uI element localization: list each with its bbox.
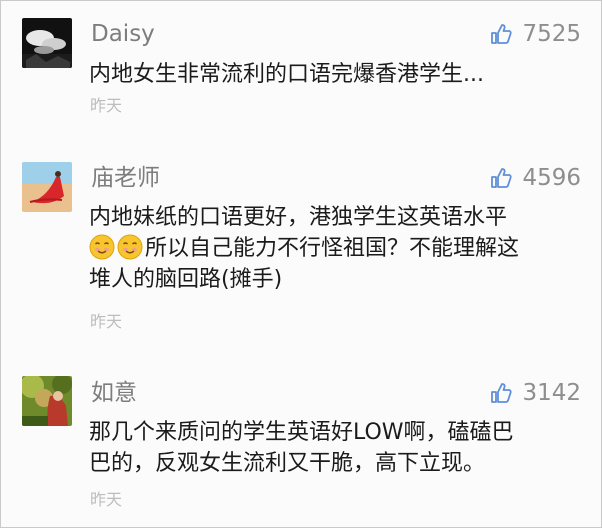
like-button[interactable]: 7525 (490, 20, 581, 48)
comment-text: 那几个来质问的学生英语好LOW啊，磕磕巴 巴的，反观女生流利又干脆，高下立现。 (89, 417, 589, 479)
avatar[interactable] (22, 18, 72, 68)
comment-panel: Daisy 7525 内地女生非常流利的口语完爆香港学生... 昨天 庙老师 4… (0, 0, 602, 528)
comment-author[interactable]: 庙老师 (91, 164, 160, 192)
avatar[interactable] (22, 162, 72, 212)
comment-text-segment: 所以自己能力不行怪祖国？不能理解这 (145, 236, 520, 261)
like-button[interactable]: 3142 (490, 379, 581, 407)
thumbs-up-icon (490, 382, 513, 404)
like-count: 4596 (522, 165, 581, 191)
smiling-emoji (89, 234, 115, 260)
comment-time: 昨天 (90, 312, 123, 331)
like-count: 3142 (522, 380, 581, 406)
comment-text-line: 巴的，反观女生流利又干脆，高下立现。 (89, 451, 486, 476)
comment-text-line: 堆人的脑回路(摊手) (89, 267, 283, 292)
comment-author[interactable]: 如意 (91, 379, 137, 407)
like-count: 7525 (522, 21, 581, 47)
smiling-emoji (117, 234, 143, 260)
comment-text-line: 内地妹纸的口语更好，港独学生这英语水平 (89, 205, 508, 230)
thumbs-up-icon (490, 167, 513, 189)
comment-text-line: 内地女生非常流利的口语完爆香港学生... (89, 62, 484, 87)
comment-text: 内地女生非常流利的口语完爆香港学生... (89, 59, 589, 90)
comment-text-line: 所以自己能力不行怪祖国？不能理解这 (89, 233, 589, 264)
comment-author[interactable]: Daisy (91, 20, 155, 48)
like-button[interactable]: 4596 (490, 164, 581, 192)
comment-text-line: 那几个来质问的学生英语好LOW啊，磕磕巴 (89, 420, 514, 445)
comment-time: 昨天 (90, 96, 123, 115)
thumbs-up-icon (490, 23, 513, 45)
avatar[interactable] (22, 376, 72, 426)
comment-text: 内地妹纸的口语更好，港独学生这英语水平 所以自己能力不行怪祖国？不能理解这 堆人… (89, 202, 589, 295)
comment-time: 昨天 (90, 490, 123, 509)
